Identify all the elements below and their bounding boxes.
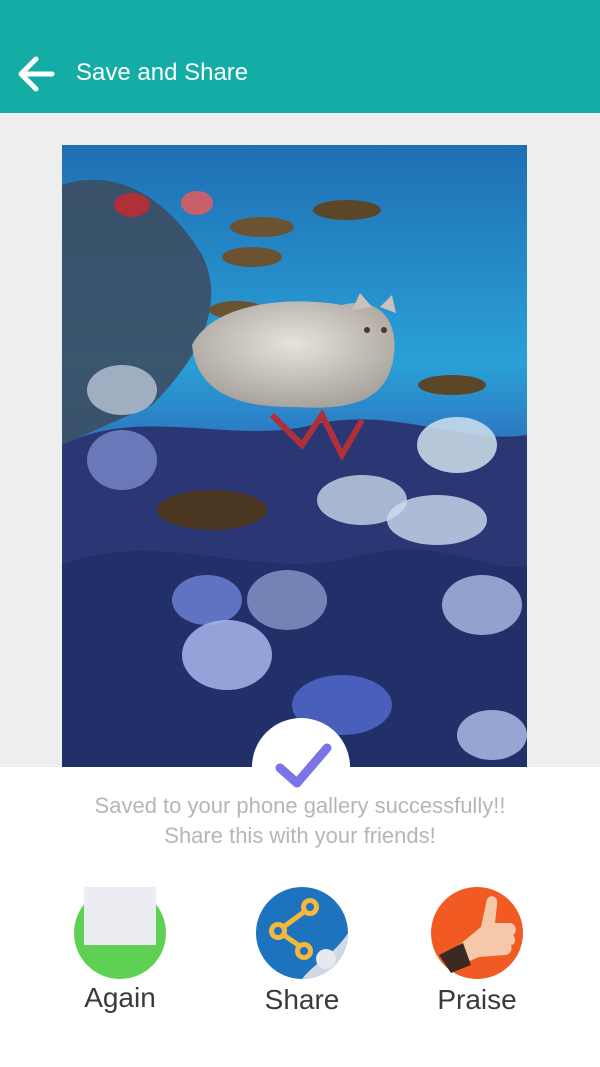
- back-button[interactable]: [12, 50, 60, 98]
- page-title: Save and Share: [76, 59, 249, 86]
- again-label: Again: [84, 982, 156, 1013]
- again-icon: [72, 885, 168, 981]
- share-label: Share: [264, 984, 340, 1015]
- arrow-left-icon: [18, 56, 55, 92]
- app-bar: Save and Share: [0, 0, 600, 113]
- share-button[interactable]: Share: [232, 885, 372, 1017]
- praise-button[interactable]: Praise: [407, 885, 547, 1017]
- share-icon: [254, 885, 350, 981]
- praise-label: Praise: [437, 984, 517, 1015]
- success-message: Saved to your phone gallery successfully…: [94, 793, 506, 818]
- share-prompt: Share this with your friends!: [164, 823, 436, 848]
- again-button[interactable]: Again: [50, 885, 190, 1015]
- thumbs-up-icon: [429, 885, 525, 981]
- saved-photo: [62, 145, 527, 767]
